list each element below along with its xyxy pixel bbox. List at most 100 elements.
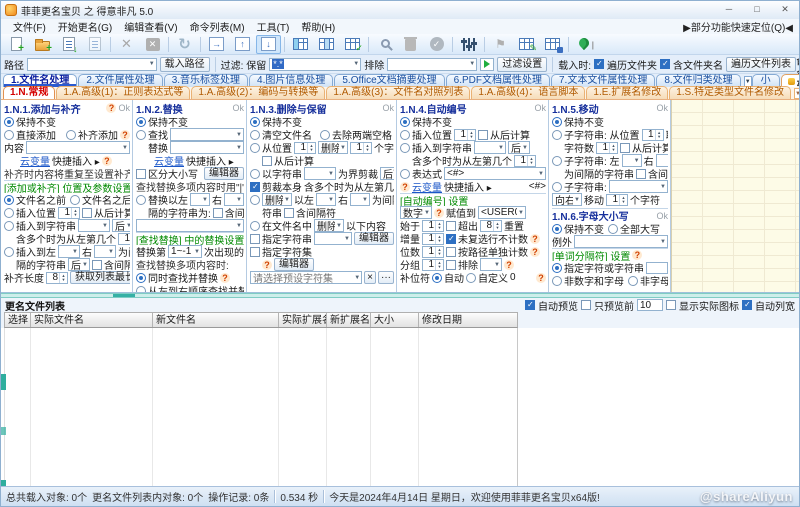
include-folder-names-label[interactable]: 含文件夹名 [673,57,723,72]
radio-icon[interactable] [250,195,260,205]
recycle-button[interactable] [398,35,423,54]
maximize-icon[interactable]: □ [743,1,771,19]
exclude-checkbox[interactable] [446,260,456,270]
help-icon[interactable]: ? [262,260,272,270]
more-sub-tabs-button[interactable]: ▼ [794,88,800,99]
chevron-down-icon[interactable] [353,61,359,67]
checkbox-label[interactable]: 从后计算 [94,206,130,219]
editor-button[interactable]: 编辑器 [354,232,394,245]
chevron-down-icon[interactable] [336,223,342,229]
spinner-arrows[interactable] [609,143,617,153]
chevron-down-icon[interactable] [660,184,666,190]
option-label[interactable]: 插入到字符串 [16,219,76,232]
option-label[interactable]: 文件名之前 [16,193,66,206]
chevron-down-icon[interactable] [340,145,346,151]
radio-icon[interactable] [400,169,410,179]
menu-help[interactable]: 帮助(H) [295,19,341,34]
chevron-down-icon[interactable] [362,197,368,203]
checkbox-label[interactable]: 显示实际图标 [679,298,739,313]
delete-mode-combobox[interactable]: 删除 [314,219,344,232]
include-sep-checkbox[interactable] [636,169,646,179]
expression-combobox[interactable]: <#> [444,167,546,180]
preset-charset-combobox[interactable]: 请选择预设字符集 [250,271,362,284]
menu-file[interactable]: 文件(F) [7,19,52,34]
chevron-down-icon[interactable] [236,132,242,138]
checkbox-label[interactable]: 指定字符串 [262,232,312,245]
quick-locate-link[interactable]: ▶部分功能快速定位(Q)◀ [683,19,793,34]
chevron-down-icon[interactable] [660,239,666,245]
radio-icon[interactable] [466,273,476,283]
checkbox-label[interactable]: 从后计算 [632,141,668,154]
left-combobox[interactable] [316,193,336,206]
option-label[interactable]: 子字符串: [564,180,607,193]
checkbox-label[interactable]: 含间隔符 [296,206,336,219]
spec-string-combobox[interactable] [314,232,352,245]
spec-set-checkbox[interactable] [250,247,260,257]
option-label[interactable]: 自动 [444,271,464,284]
radio-icon[interactable] [250,221,260,231]
editor-button[interactable]: 编辑器 [204,167,244,180]
help-icon[interactable]: ? [632,250,642,260]
chevron-down-icon[interactable] [122,145,128,151]
from-end-checkbox[interactable] [620,143,630,153]
multi-spinner[interactable]: 1 [514,155,536,167]
spinner-value[interactable]: 1 [59,208,71,218]
quick-insert-label[interactable]: 快捷插入 ▸ [52,154,100,167]
help-icon[interactable]: ? [106,103,116,113]
from-end-checkbox[interactable] [478,130,488,140]
chevron-down-icon[interactable] [236,197,242,203]
spinner-arrows[interactable] [619,195,627,205]
string-combobox[interactable] [474,141,506,154]
option-label[interactable]: 保持不变 [262,115,302,128]
except-combobox[interactable] [574,235,668,248]
spinner-value[interactable]: 1 [643,130,655,140]
from-end-checkbox[interactable] [262,156,272,166]
insert-right-button[interactable]: → [204,35,229,54]
spinner-value[interactable]: 1 [423,221,435,231]
help-icon[interactable]: ? [504,260,514,270]
cloud-var-link[interactable]: 云变量 [154,154,184,167]
option-label[interactable]: 保持不变 [148,115,188,128]
checkbox-label[interactable]: 未复选行不计数 [458,232,528,245]
remove-button[interactable]: ✕ [114,35,139,54]
spinner-value[interactable]: 8 [481,221,493,231]
uncounted-checkbox[interactable] [446,234,456,244]
freeze-column-button[interactable] [288,35,313,54]
help-icon[interactable]: ? [530,234,540,244]
pad-length-spinner[interactable]: 8 [46,272,68,284]
spinner-arrows[interactable] [307,143,315,153]
option-label[interactable]: 插入位置 [16,206,56,219]
menu-start-rename[interactable]: 开始更名(G) [52,19,118,34]
radio-icon[interactable] [608,224,618,234]
nth-combobox[interactable]: 1~-1 [168,245,202,258]
chevron-down-icon[interactable] [236,145,242,151]
radio-icon[interactable] [70,195,80,205]
subtab-mapping-list[interactable]: 1.A.高级(3)：文件名对照列表 [326,86,470,99]
filter-settings-button[interactable]: 过滤设置 [497,57,547,72]
help-icon[interactable]: ? [120,130,130,140]
chevron-down-icon[interactable] [194,249,200,255]
checkbox-label[interactable]: 含间隔符 [104,258,130,271]
include-folder-names-checkbox[interactable] [660,59,670,69]
cloud-var-link[interactable]: 云变量 [412,180,442,193]
position-combobox[interactable]: 后 [508,141,530,154]
column-header-new-name[interactable]: 新文件名 [153,313,279,327]
radio-icon[interactable] [136,130,146,140]
radio-icon[interactable] [4,247,14,257]
chevron-down-icon[interactable] [328,197,334,203]
get-longest-button[interactable]: 获取列表最长 [70,271,130,284]
load-path-button[interactable]: 载入路径 [160,57,210,72]
position-combobox[interactable]: 后 [68,258,90,271]
option-label[interactable]: 查找 [148,128,168,141]
column-header-new-ext[interactable]: 新扩展名 [327,313,371,327]
option-label[interactable]: 清空文件名 [262,128,312,141]
option-label[interactable]: 子字符串: 左 [564,154,620,167]
subtab-extension[interactable]: 1.E.扩展名修改 [586,86,668,99]
digits-spinner[interactable]: 1 [422,246,444,258]
string-combobox[interactable] [78,219,110,232]
radio-icon[interactable] [136,117,146,127]
option-label[interactable]: 保持不变 [564,115,604,128]
help-icon[interactable]: ? [536,273,546,283]
option-label[interactable]: 保持不变 [564,222,604,235]
option-label[interactable]: 插入到字符串 [412,141,472,154]
